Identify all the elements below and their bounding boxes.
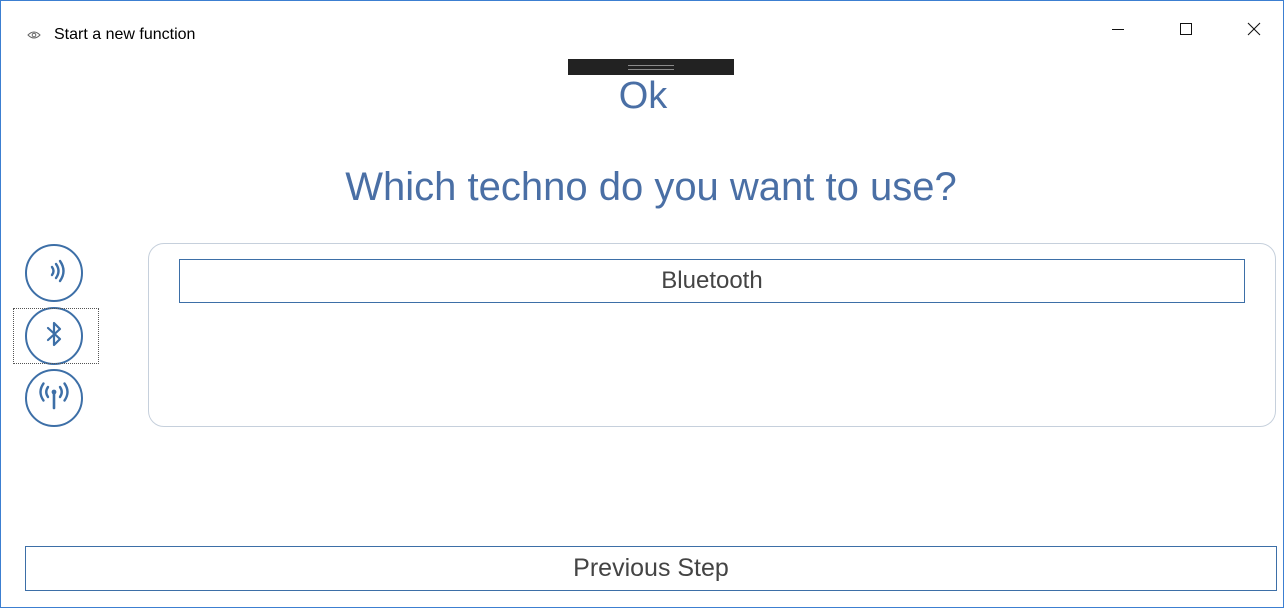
drag-handle[interactable]: [568, 59, 734, 75]
close-button[interactable]: [1231, 15, 1277, 47]
app-window: Start a new function Ok Which techno do …: [0, 0, 1284, 608]
grip-icon: [628, 64, 674, 70]
page-title: Which techno do you want to use?: [345, 165, 957, 209]
eye-icon: [26, 27, 42, 43]
maximize-button[interactable]: [1163, 15, 1209, 47]
radio-antenna-icon: [34, 376, 74, 421]
bluetooth-icon: [37, 317, 71, 356]
option-bluetooth-button[interactable]: Bluetooth: [179, 259, 1245, 303]
previous-step-button[interactable]: Previous Step: [25, 546, 1277, 591]
window-title: Start a new function: [54, 26, 196, 43]
status-text: Ok: [618, 75, 668, 117]
techno-radio-button[interactable]: [25, 369, 83, 427]
title-bar[interactable]: Start a new function: [1, 1, 1283, 43]
nfc-icon: [37, 254, 71, 293]
close-icon: [1247, 22, 1261, 41]
minimize-button[interactable]: [1095, 15, 1141, 47]
maximize-icon: [1179, 22, 1193, 41]
techno-bluetooth-button[interactable]: [25, 307, 83, 365]
techno-nfc-button[interactable]: [25, 244, 83, 302]
minimize-icon: [1111, 22, 1125, 41]
